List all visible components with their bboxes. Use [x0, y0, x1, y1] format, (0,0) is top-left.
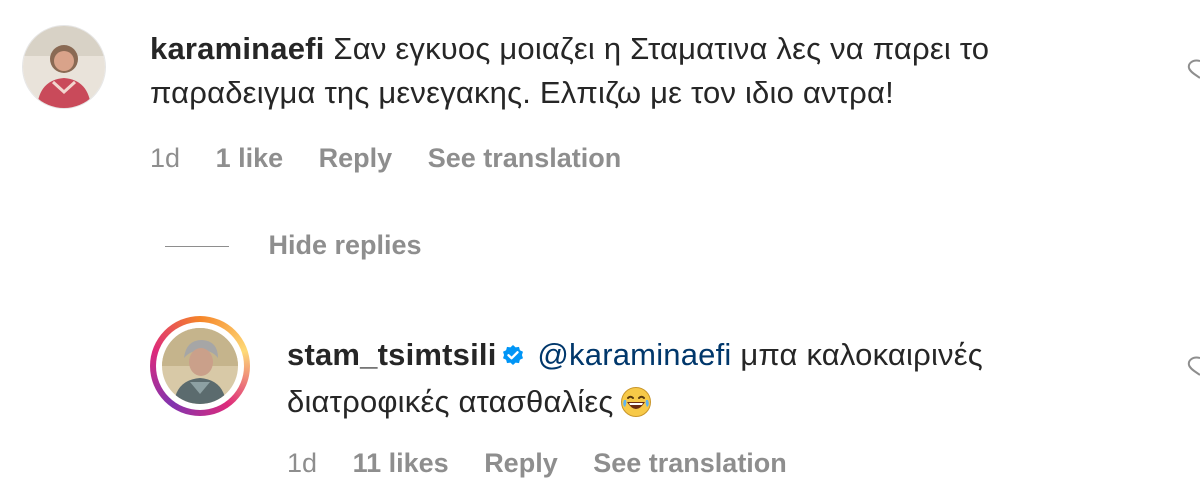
comment-age[interactable]: 1d	[150, 143, 180, 174]
reply-meta: 1d 11 likes Reply See translation	[287, 448, 815, 479]
comment-likes[interactable]: 1 like	[216, 143, 284, 174]
reply-age[interactable]: 1d	[287, 448, 317, 479]
like-heart-icon[interactable]	[1186, 352, 1200, 376]
like-heart-icon[interactable]	[1186, 55, 1200, 79]
comment-body: karaminaefi Σαν εγκυος μοιαζει η Σταματι…	[150, 27, 1140, 115]
commenter-avatar[interactable]	[22, 25, 106, 109]
reply-username[interactable]: stam_tsimtsili	[287, 337, 497, 372]
replier-avatar[interactable]	[162, 328, 238, 404]
laughing-emoji-icon	[620, 386, 652, 430]
comment-meta: 1d 1 like Reply See translation	[150, 143, 649, 174]
hide-replies-label: Hide replies	[268, 230, 422, 260]
reply-body: stam_tsimtsili @karaminaefi μπα καλοκαιρ…	[287, 333, 1147, 430]
see-translation-button[interactable]: See translation	[428, 143, 622, 174]
hide-replies-button[interactable]: Hide replies	[165, 230, 422, 261]
reply-button[interactable]: Reply	[484, 448, 558, 479]
verified-badge-icon	[501, 336, 525, 380]
story-ring[interactable]	[150, 316, 250, 416]
see-translation-button[interactable]: See translation	[593, 448, 787, 479]
user-avatar-icon	[23, 26, 105, 108]
reply-button[interactable]: Reply	[319, 143, 393, 174]
mention-link[interactable]: @karaminaefi	[537, 337, 731, 372]
user-avatar-icon	[162, 328, 238, 404]
comment-username[interactable]: karaminaefi	[150, 31, 325, 66]
reply-likes[interactable]: 11 likes	[353, 448, 449, 479]
replies-divider	[165, 246, 229, 248]
